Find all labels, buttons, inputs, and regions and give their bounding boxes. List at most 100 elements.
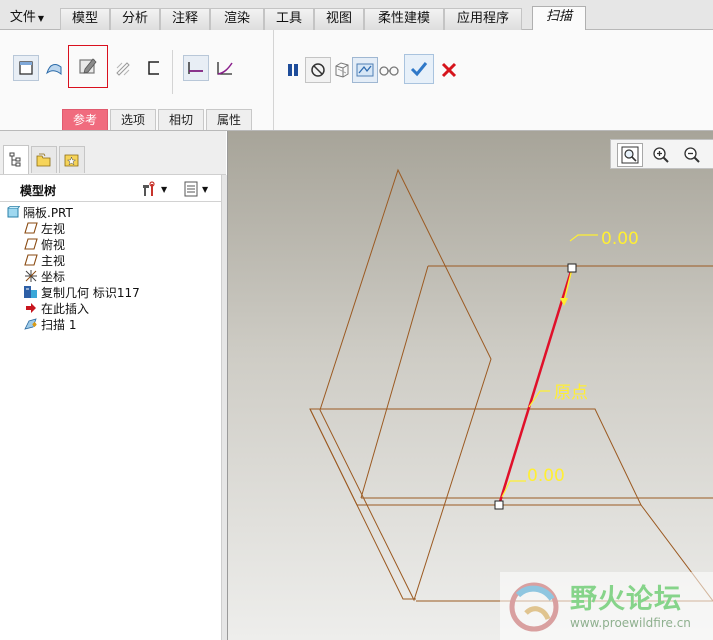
subtab-options[interactable]: 选项 <box>110 109 156 130</box>
folder-browser-icon <box>36 153 51 167</box>
dimension-top[interactable]: 0.00 <box>601 229 639 249</box>
dimension-bottom[interactable]: 0.00 <box>527 466 565 486</box>
confirm-button[interactable] <box>404 54 434 84</box>
tab-analysis[interactable]: 分析 <box>110 8 160 30</box>
watermark-title: 野火论坛 <box>570 584 682 615</box>
tab-folder-browser[interactable] <box>31 146 57 173</box>
tree-item-label: 隔板.PRT <box>23 205 73 220</box>
sweep-dashboard: 参考 选项 相切 属性 <box>0 30 713 131</box>
tab-annotate[interactable]: 注释 <box>160 8 210 30</box>
glasses-icon <box>379 66 399 76</box>
surface-sweep-button[interactable] <box>41 55 67 81</box>
tree-item-left-plane[interactable]: 左视 <box>23 220 65 236</box>
surface-icon <box>46 64 62 76</box>
tree-item-front-plane[interactable]: 主视 <box>23 252 65 268</box>
file-menu[interactable]: 文件 ▼ <box>2 8 52 30</box>
list-view-icon <box>184 181 198 197</box>
model-tree-header: 模型树 ▼ ▼ <box>0 176 221 202</box>
tree-item-label: 左视 <box>41 221 66 236</box>
favorites-folder-icon <box>64 154 79 167</box>
glasses-preview-button[interactable] <box>376 57 402 83</box>
ribbon-separator <box>172 50 173 94</box>
no-preview-icon <box>311 63 325 77</box>
tree-item-label: 在此插入 <box>41 301 90 316</box>
solid-icon <box>19 61 33 75</box>
part-icon <box>5 205 21 219</box>
pause-button[interactable] <box>280 57 306 83</box>
checkmark-icon <box>410 62 428 77</box>
refit-button[interactable] <box>617 143 643 167</box>
subtab-properties[interactable]: 属性 <box>206 109 252 130</box>
copy-geometry-icon <box>23 285 39 299</box>
tab-sweep[interactable]: 扫描 <box>532 6 586 31</box>
zoom-out-icon <box>684 147 700 163</box>
verify-mode-button[interactable] <box>352 57 378 83</box>
navigator-panel: 模型树 ▼ ▼ 隔板.PRT 左视 俯视 主视 坐标 复制几何 标识117 在此… <box>0 131 228 640</box>
cancel-button[interactable] <box>436 57 462 83</box>
sketch-section-button[interactable] <box>141 55 167 81</box>
preview-geometry-icon <box>335 62 349 78</box>
panel-splitter[interactable] <box>221 175 227 640</box>
remove-material-button[interactable] <box>75 53 101 79</box>
tab-model[interactable]: 模型 <box>60 8 110 30</box>
wireframe-vertical-sheet <box>319 168 492 602</box>
subtab-references[interactable]: 参考 <box>62 109 108 130</box>
refit-icon <box>621 146 639 164</box>
watermark-url: www.proewildfire.cn <box>570 616 691 630</box>
thicken-sketch-button[interactable] <box>110 55 136 81</box>
graphics-window[interactable]: 0.00 原点 0.00 野火论坛 www.proewildfire.cn <box>228 131 713 640</box>
model-wireframe <box>309 168 713 602</box>
wireframe-plate-edge <box>309 408 416 600</box>
tab-render[interactable]: 渲染 <box>210 8 264 30</box>
trajectory-end-handle[interactable] <box>567 263 577 273</box>
ribbon-separator <box>273 30 274 130</box>
chevron-down-icon: ▼ <box>37 14 45 23</box>
tree-item-label: 主视 <box>41 253 66 268</box>
model-tree-title: 模型树 <box>20 184 57 198</box>
tree-item-label: 扫描 1 <box>41 317 77 332</box>
tab-view[interactable]: 视图 <box>314 8 364 30</box>
model-tree-icon <box>9 152 21 167</box>
tab-flexible-modeling[interactable]: 柔性建模 <box>364 8 444 30</box>
thicken-icon <box>116 62 130 76</box>
tab-applications[interactable]: 应用程序 <box>444 8 522 30</box>
verify-mode-icon <box>356 63 374 77</box>
coordinate-system-icon <box>23 269 39 283</box>
tree-item-part[interactable]: 隔板.PRT <box>5 204 73 220</box>
tree-display-button[interactable]: ▼ <box>183 180 219 198</box>
variable-section-button[interactable] <box>212 55 238 81</box>
tab-tools[interactable]: 工具 <box>264 8 314 30</box>
tree-item-label: 复制几何 标识117 <box>41 285 140 300</box>
trajectory-start-handle[interactable] <box>494 500 504 510</box>
file-menu-label: 文件 <box>9 10 36 25</box>
datum-plane-icon <box>23 253 39 267</box>
constant-section-button[interactable] <box>183 55 209 81</box>
dim-leader-top <box>569 234 598 242</box>
tab-favorites[interactable] <box>59 146 85 173</box>
tree-item-label: 俯视 <box>41 237 66 252</box>
tree-settings-button[interactable]: ▼ <box>140 180 170 198</box>
hammer-wrench-icon <box>143 181 155 196</box>
remove-material-icon <box>79 58 97 74</box>
datum-plane-icon <box>23 221 39 235</box>
zoom-in-button[interactable] <box>648 143 674 167</box>
tab-model-tree[interactable] <box>3 145 29 174</box>
start-arrow <box>563 268 573 302</box>
insert-here-arrow-icon <box>23 301 39 315</box>
chevron-down-icon: ▼ <box>202 184 209 194</box>
tree-item-coordinate-system[interactable]: 坐标 <box>23 268 65 284</box>
subtab-tangency[interactable]: 相切 <box>158 109 204 130</box>
tree-item-sweep[interactable]: 扫描 1 <box>23 316 76 332</box>
pause-icon <box>288 64 298 76</box>
tree-item-top-plane[interactable]: 俯视 <box>23 236 65 252</box>
sweep-feature-icon <box>23 317 39 331</box>
forum-watermark: 野火论坛 www.proewildfire.cn <box>500 572 713 640</box>
tree-item-label: 坐标 <box>41 269 66 284</box>
tree-item-insert-here[interactable]: 在此插入 <box>23 300 89 316</box>
zoom-out-button[interactable] <box>679 143 705 167</box>
solid-sweep-button[interactable] <box>13 55 39 81</box>
navigator-tabs <box>0 131 226 175</box>
tree-item-copy-geometry[interactable]: 复制几何 标识117 <box>23 284 140 300</box>
no-preview-button[interactable] <box>305 57 331 83</box>
chevron-down-icon: ▼ <box>161 184 168 194</box>
